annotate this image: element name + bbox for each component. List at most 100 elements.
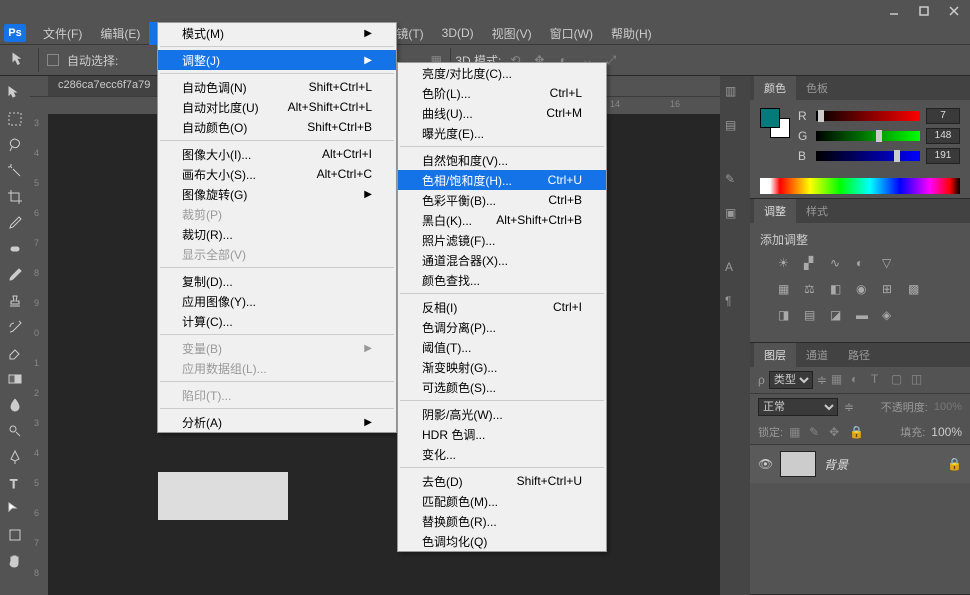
menu-item[interactable]: 替换颜色(R)... bbox=[398, 511, 606, 531]
path-tool[interactable] bbox=[3, 497, 27, 521]
layer-row-background[interactable]: 👁 背景 🔒 bbox=[750, 445, 970, 483]
filter-type-icon[interactable]: T bbox=[871, 372, 887, 388]
menu-item[interactable]: 曝光度(E)... bbox=[398, 123, 606, 143]
fill-value[interactable]: 100% bbox=[931, 425, 962, 439]
menu-item[interactable]: 自然饱和度(V)... bbox=[398, 150, 606, 170]
blur-tool[interactable] bbox=[3, 393, 27, 417]
menu-item[interactable]: 变化... bbox=[398, 444, 606, 464]
lock-all-icon[interactable]: 🔒 bbox=[849, 425, 863, 439]
menu-item[interactable]: 应用图像(Y)... bbox=[158, 291, 396, 311]
menu-item[interactable]: 自动颜色(O)Shift+Ctrl+B bbox=[158, 117, 396, 137]
menu-item[interactable]: 去色(D)Shift+Ctrl+U bbox=[398, 471, 606, 491]
crop-tool[interactable] bbox=[3, 185, 27, 209]
b-value[interactable]: 191 bbox=[926, 148, 960, 164]
balance-icon[interactable]: ⚖ bbox=[804, 282, 822, 300]
g-value[interactable]: 148 bbox=[926, 128, 960, 144]
auto-select-checkbox[interactable] bbox=[47, 54, 59, 66]
history-panel-icon[interactable]: ▥ bbox=[725, 84, 745, 104]
history-brush-tool[interactable] bbox=[3, 315, 27, 339]
lock-pixels-icon[interactable]: ✎ bbox=[809, 425, 823, 439]
menu-item[interactable]: 反相(I)Ctrl+I bbox=[398, 297, 606, 317]
menu-item[interactable]: 渐变映射(G)... bbox=[398, 357, 606, 377]
document-tab[interactable]: c286ca7ecc6f7a79 bbox=[48, 76, 160, 96]
hand-tool[interactable] bbox=[3, 549, 27, 573]
menu-item[interactable]: 调整(J)▶ bbox=[158, 50, 396, 70]
filter-pixel-icon[interactable]: ▦ bbox=[831, 372, 847, 388]
filter-adjust-icon[interactable]: ◐ bbox=[851, 372, 867, 388]
maximize-button[interactable] bbox=[910, 2, 938, 20]
brightness-icon[interactable]: ☀ bbox=[778, 256, 796, 274]
visibility-icon[interactable]: 👁 bbox=[758, 457, 772, 471]
menu-item[interactable]: 色彩平衡(B)...Ctrl+B bbox=[398, 190, 606, 210]
type-tool[interactable]: T bbox=[3, 471, 27, 495]
menu-item[interactable]: 模式(M)▶ bbox=[158, 23, 396, 43]
menu-window[interactable]: 窗口(W) bbox=[541, 22, 602, 45]
posterize-icon[interactable]: ▤ bbox=[804, 308, 822, 326]
opacity-value[interactable]: 100% bbox=[934, 401, 962, 413]
bw-icon[interactable]: ◧ bbox=[830, 282, 848, 300]
tab-styles[interactable]: 样式 bbox=[796, 199, 838, 223]
menu-item[interactable]: 亮度/对比度(C)... bbox=[398, 63, 606, 83]
stamp-tool[interactable] bbox=[3, 289, 27, 313]
menu-item[interactable]: 裁切(R)... bbox=[158, 224, 396, 244]
tab-color[interactable]: 颜色 bbox=[754, 76, 796, 100]
lasso-tool[interactable] bbox=[3, 133, 27, 157]
menu-3d[interactable]: 3D(D) bbox=[433, 23, 483, 43]
dodge-tool[interactable] bbox=[3, 419, 27, 443]
threshold-icon[interactable]: ◪ bbox=[830, 308, 848, 326]
menu-item[interactable]: 曲线(U)...Ctrl+M bbox=[398, 103, 606, 123]
filter-smart-icon[interactable]: ◫ bbox=[911, 372, 927, 388]
shape-tool[interactable] bbox=[3, 523, 27, 547]
tab-adjustments[interactable]: 调整 bbox=[754, 199, 796, 223]
layer-filter-kind[interactable]: 类型 bbox=[769, 371, 813, 389]
lock-pos-icon[interactable]: ✥ bbox=[829, 425, 843, 439]
filter-shape-icon[interactable]: ▢ bbox=[891, 372, 907, 388]
menu-item[interactable]: 分析(A)▶ bbox=[158, 412, 396, 432]
menu-item[interactable]: 阈值(T)... bbox=[398, 337, 606, 357]
menu-item[interactable]: 黑白(K)...Alt+Shift+Ctrl+B bbox=[398, 210, 606, 230]
tab-paths[interactable]: 路径 bbox=[838, 343, 880, 367]
minimize-button[interactable] bbox=[880, 2, 908, 20]
channel-mixer-icon[interactable]: ⊞ bbox=[882, 282, 900, 300]
r-value[interactable]: 7 bbox=[926, 108, 960, 124]
close-button[interactable] bbox=[940, 2, 968, 20]
menu-view[interactable]: 视图(V) bbox=[483, 22, 541, 45]
menu-item[interactable]: 画布大小(S)...Alt+Ctrl+C bbox=[158, 164, 396, 184]
menu-item[interactable]: HDR 色调... bbox=[398, 424, 606, 444]
r-slider[interactable] bbox=[816, 111, 920, 121]
lock-trans-icon[interactable]: ▦ bbox=[789, 425, 803, 439]
selective-color-icon[interactable]: ◈ bbox=[882, 308, 900, 326]
exposure-icon[interactable]: ◐ bbox=[856, 256, 874, 274]
paragraph-panel-icon[interactable]: ¶ bbox=[725, 294, 745, 314]
clone-panel-icon[interactable]: ▣ bbox=[725, 206, 745, 226]
blend-mode-select[interactable]: 正常 bbox=[758, 398, 838, 416]
actions-panel-icon[interactable]: ▤ bbox=[725, 118, 745, 138]
gradient-tool[interactable] bbox=[3, 367, 27, 391]
menu-item[interactable]: 色阶(L)...Ctrl+L bbox=[398, 83, 606, 103]
brush-tool[interactable] bbox=[3, 263, 27, 287]
color-spectrum[interactable] bbox=[760, 178, 960, 194]
tab-channels[interactable]: 通道 bbox=[796, 343, 838, 367]
foreground-background-swatch[interactable] bbox=[760, 108, 790, 138]
menu-item[interactable]: 自动对比度(U)Alt+Shift+Ctrl+L bbox=[158, 97, 396, 117]
menu-item[interactable]: 计算(C)... bbox=[158, 311, 396, 331]
menu-item[interactable]: 图像旋转(G)▶ bbox=[158, 184, 396, 204]
menu-item[interactable]: 颜色查找... bbox=[398, 270, 606, 290]
menu-edit[interactable]: 编辑(E) bbox=[91, 22, 149, 45]
marquee-tool[interactable] bbox=[3, 107, 27, 131]
tab-layers[interactable]: 图层 bbox=[754, 343, 796, 367]
move-tool[interactable] bbox=[3, 81, 27, 105]
heal-tool[interactable] bbox=[3, 237, 27, 261]
invert-icon[interactable]: ◨ bbox=[778, 308, 796, 326]
menu-help[interactable]: 帮助(H) bbox=[602, 22, 661, 45]
gradient-map-icon[interactable]: ▬ bbox=[856, 308, 874, 326]
menu-item[interactable]: 阴影/高光(W)... bbox=[398, 404, 606, 424]
menu-item[interactable]: 可选颜色(S)... bbox=[398, 377, 606, 397]
menu-file[interactable]: 文件(F) bbox=[34, 22, 91, 45]
menu-item[interactable]: 色相/饱和度(H)...Ctrl+U bbox=[398, 170, 606, 190]
hue-icon[interactable]: ▦ bbox=[778, 282, 796, 300]
vibrance-icon[interactable]: ▽ bbox=[882, 256, 900, 274]
levels-icon[interactable]: ▞ bbox=[804, 256, 822, 274]
wand-tool[interactable] bbox=[3, 159, 27, 183]
pen-tool[interactable] bbox=[3, 445, 27, 469]
